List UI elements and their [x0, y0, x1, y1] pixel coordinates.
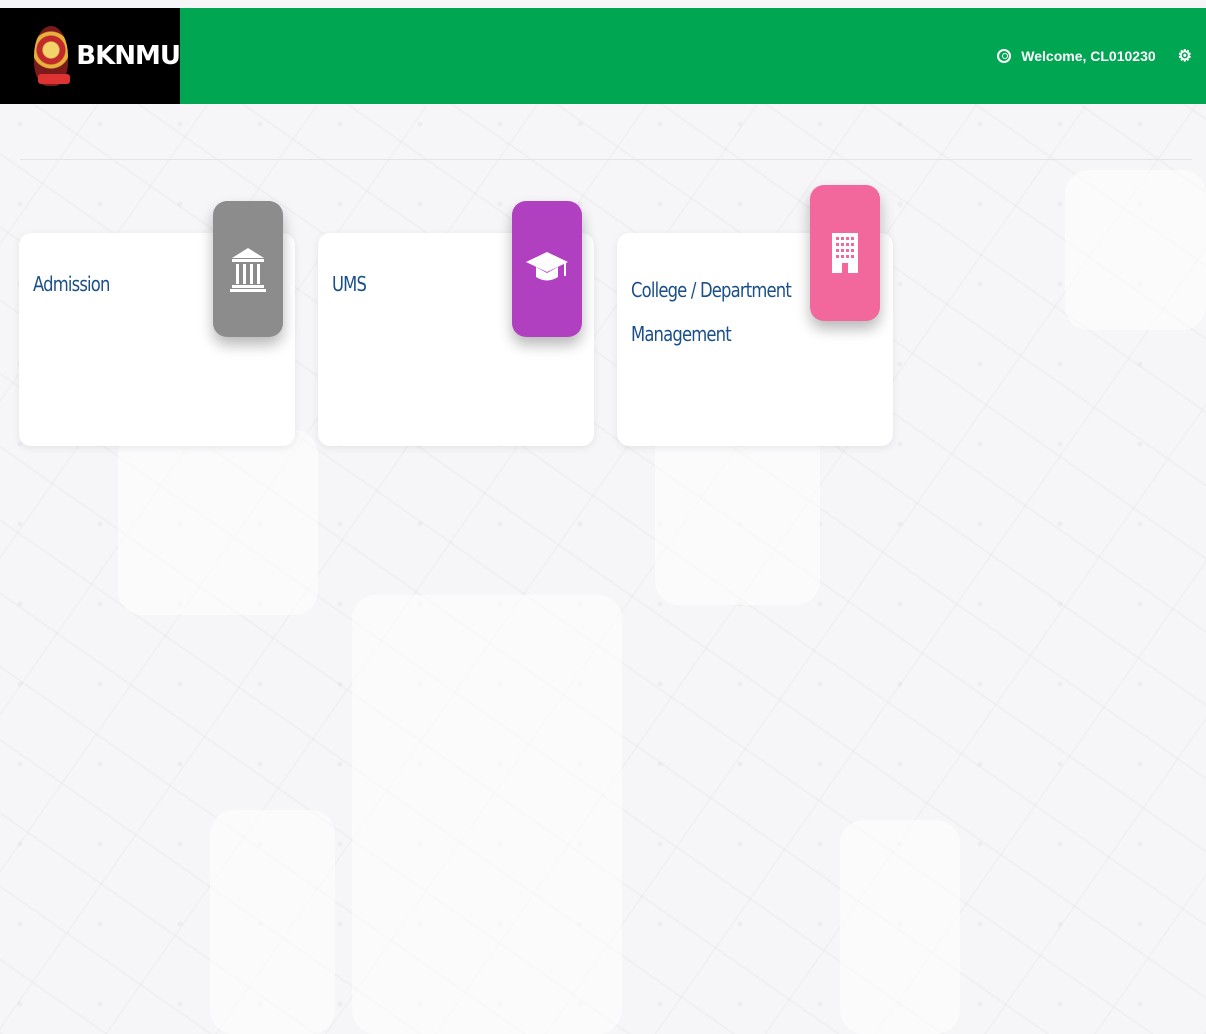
- brand-name: BKNMU: [76, 41, 181, 71]
- graduation-cap-icon[interactable]: [512, 201, 582, 337]
- tile-label: College / Department Management: [631, 278, 792, 346]
- user-menu[interactable]: Welcome, CL010230 ⚙: [997, 46, 1206, 66]
- brand[interactable]: BKNMU: [0, 8, 181, 104]
- background-shape: [352, 595, 622, 1034]
- background-shape: [210, 810, 335, 1034]
- user-circle-icon: [997, 49, 1012, 63]
- background-shape: [1065, 170, 1206, 330]
- top-navbar: BKNMU Welcome, CL010230 ⚙: [0, 8, 1206, 104]
- institution-icon[interactable]: [213, 201, 283, 337]
- background-shape: [840, 820, 960, 1034]
- building-icon[interactable]: [810, 185, 880, 321]
- welcome-text: Welcome, CL010230: [1021, 48, 1156, 64]
- tile-label: Admission: [33, 272, 110, 296]
- background-shape: [655, 420, 820, 605]
- background-shape: [118, 430, 318, 615]
- divider: [20, 159, 1192, 160]
- tile-label: UMS: [332, 272, 367, 296]
- university-logo: [34, 26, 71, 86]
- cogs-icon[interactable]: ⚙: [1178, 46, 1192, 66]
